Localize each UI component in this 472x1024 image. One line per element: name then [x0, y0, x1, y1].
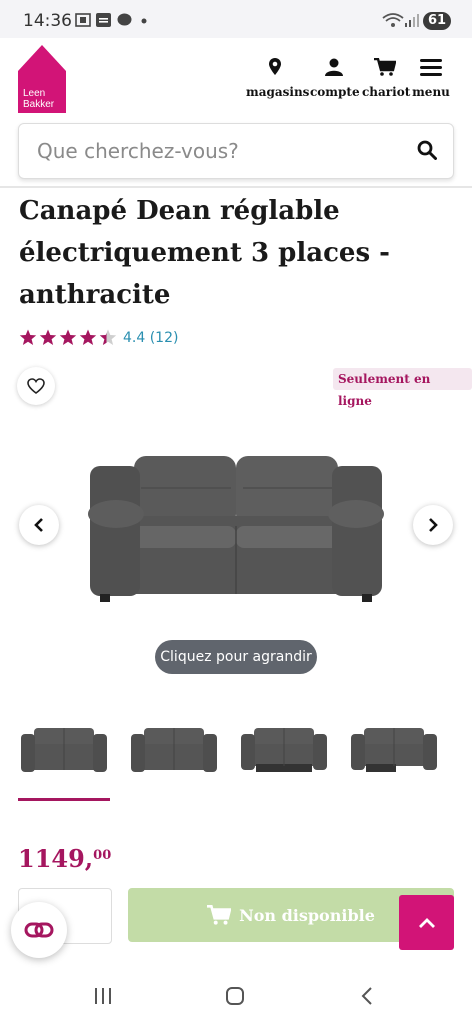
nav-cart-label: chariot: [362, 85, 411, 99]
scroll-to-top-button[interactable]: [399, 895, 454, 950]
nav-account-label: compte: [310, 85, 360, 99]
cart-icon: [374, 57, 397, 76]
status-time: 14:36: [23, 11, 72, 31]
nav-stores[interactable]: magasins: [246, 58, 310, 99]
thumbnail-2[interactable]: [128, 718, 220, 778]
battery-indicator: 61: [423, 12, 451, 30]
nav-menu-label: menu: [412, 85, 450, 99]
svg-text:Leen: Leen: [23, 88, 45, 99]
more-dot-icon: [141, 18, 147, 24]
signal-icon: [405, 14, 419, 27]
leen-bakker-logo[interactable]: Leen Bakker: [18, 45, 66, 113]
thumbnail-active-indicator: [18, 798, 110, 801]
product-rating[interactable]: 4.4 (12): [19, 328, 178, 348]
messenger-icon: [117, 13, 132, 26]
online-only-badge: Seulement en ligne: [333, 368, 472, 408]
search-icon[interactable]: [417, 140, 437, 160]
header-divider: [0, 186, 472, 188]
thumbnail-4[interactable]: [348, 718, 440, 778]
hamburger-menu-icon: [420, 59, 442, 76]
back-icon[interactable]: [360, 986, 374, 1006]
rating-stars-icon: [19, 329, 117, 345]
rating-score[interactable]: 4.4 (12): [123, 330, 178, 346]
image-prev-button[interactable]: [19, 505, 59, 545]
price-euros: 1149,: [18, 844, 94, 873]
nav-stores-label: magasins: [246, 85, 310, 99]
thumbnail-3[interactable]: [238, 718, 330, 778]
chevron-up-icon: [418, 917, 435, 928]
add-to-cart-label: Non disponible: [239, 905, 375, 925]
chevron-left-icon: [34, 518, 43, 532]
notification-icon: [96, 13, 111, 27]
screenshot-icon: [75, 13, 91, 27]
home-icon[interactable]: [225, 986, 245, 1006]
chevron-right-icon: [429, 518, 438, 532]
wifi-icon: [382, 13, 404, 27]
thumbnail-1[interactable]: [18, 718, 110, 778]
nav-cart[interactable]: chariot: [362, 57, 411, 99]
nav-menu[interactable]: menu: [412, 58, 450, 99]
cart-icon: [207, 905, 232, 925]
search-bar[interactable]: [18, 123, 454, 179]
product-price: 1149,00: [18, 844, 111, 873]
user-icon: [325, 58, 343, 76]
search-input[interactable]: [37, 139, 397, 163]
chat-button[interactable]: [11, 902, 67, 958]
chat-link-icon: [24, 922, 54, 938]
product-image[interactable]: [86, 452, 386, 604]
image-next-button[interactable]: [413, 505, 453, 545]
zoom-hint[interactable]: Cliquez pour agrandir: [155, 640, 317, 674]
product-title: Canapé Dean réglable électriquement 3 pl…: [19, 196, 390, 310]
recent-apps-icon[interactable]: [93, 987, 113, 1005]
system-nav-bar: [0, 968, 472, 1024]
nav-account[interactable]: compte: [310, 58, 360, 99]
location-pin-icon: [269, 58, 281, 75]
svg-text:Bakker: Bakker: [23, 99, 55, 110]
price-cents: 00: [93, 848, 112, 863]
status-bar: 14:36 61: [0, 0, 472, 38]
heart-icon: [27, 378, 45, 394]
favorite-button[interactable]: [17, 367, 55, 405]
